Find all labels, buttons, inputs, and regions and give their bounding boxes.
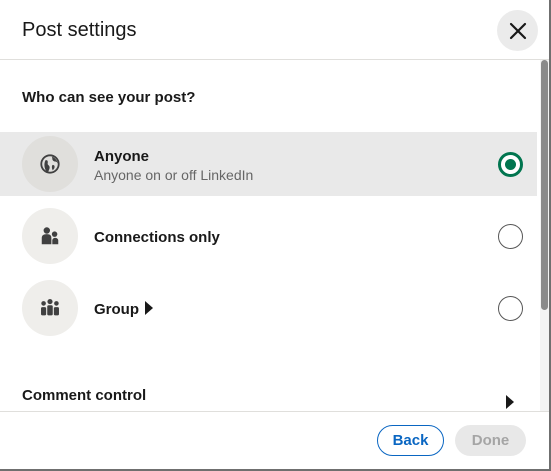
caret-right-icon: [145, 301, 153, 315]
radio-anyone[interactable]: [498, 152, 523, 177]
scrollbar[interactable]: [540, 60, 549, 411]
globe-icon-wrap: [22, 136, 78, 192]
caret-right-icon: [506, 395, 514, 409]
close-button[interactable]: [497, 10, 538, 51]
people-icon: [41, 227, 59, 245]
option-connections-title: Connections only: [94, 229, 220, 246]
group-icon-wrap: [22, 280, 78, 336]
comment-control-row[interactable]: Comment control: [0, 378, 537, 411]
post-settings-dialog: Post settings Who can see your post? Any…: [0, 0, 551, 471]
option-group-label: Group: [94, 301, 139, 318]
dialog-title: Post settings: [22, 19, 137, 41]
scrollbar-thumb[interactable]: [541, 60, 548, 310]
option-group-title: Group: [94, 301, 153, 318]
group-icon: [41, 299, 59, 316]
visibility-question: Who can see your post?: [22, 89, 196, 106]
option-anyone[interactable]: Anyone Anyone on or off LinkedIn: [0, 132, 537, 196]
dialog-body: Who can see your post? Anyone Anyone on …: [0, 60, 549, 411]
globe-icon: [40, 154, 60, 174]
back-button[interactable]: Back: [377, 425, 444, 456]
close-icon: [509, 22, 526, 39]
option-anyone-title: Anyone: [94, 148, 150, 165]
option-connections-only[interactable]: Connections only: [0, 204, 537, 268]
comment-control-title: Comment control: [22, 387, 147, 404]
option-anyone-subtitle: Anyone on or off LinkedIn: [94, 167, 254, 183]
done-button[interactable]: Done: [455, 425, 526, 456]
radio-group[interactable]: [498, 296, 523, 321]
option-group[interactable]: Group: [0, 276, 537, 340]
dialog-header: Post settings: [0, 0, 549, 60]
dialog-footer: Back Done: [0, 411, 549, 469]
radio-dot: [505, 159, 516, 170]
people-icon-wrap: [22, 208, 78, 264]
radio-connections-only[interactable]: [498, 224, 523, 249]
